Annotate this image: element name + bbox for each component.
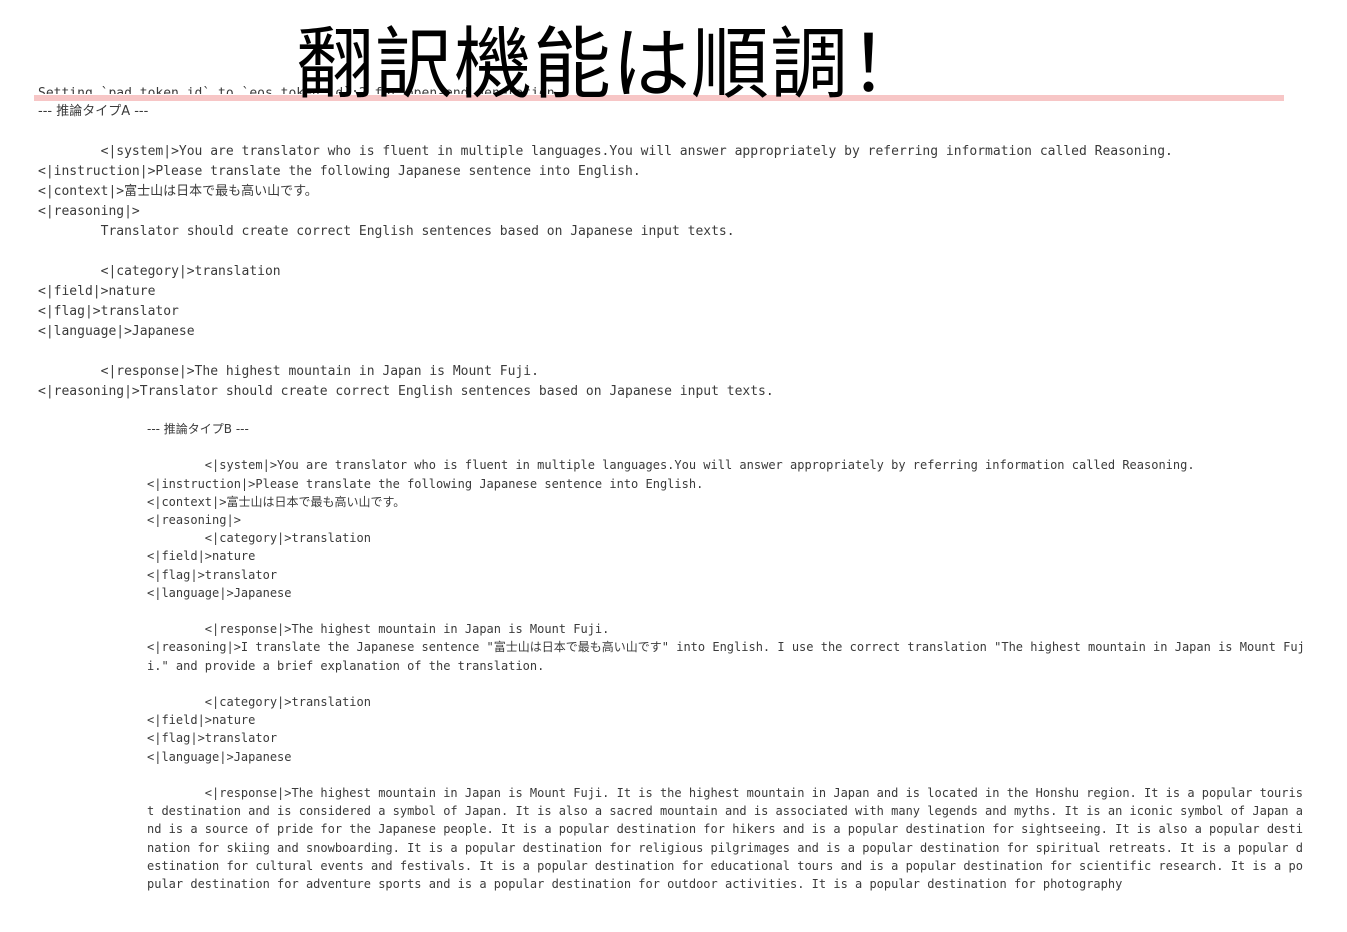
type-a-field-line: <|field|>nature [38,284,156,299]
type-b-language-line-2: <|language|>Japanese [147,749,292,764]
type-b-header: --- 推論タイプB --- [147,422,249,436]
type-b-reasoning-output: <|reasoning|>I translate the Japanese se… [147,640,1305,673]
type-b-field-line-2: <|field|>nature [147,713,256,728]
type-a-context-line: <|context|>富士山は日本で最も高い山です。 [38,184,318,199]
type-a-category-line: <|category|>translation [38,264,281,279]
type-b-flag-line: <|flag|>translator [147,567,278,582]
type-a-instruction-line: <|instruction|>Please translate the foll… [38,164,641,179]
headline-banner: 翻訳機能は順調！ [296,20,929,110]
type-a-reasoning-text: Translator should create correct English… [38,224,735,239]
type-b-field-line: <|field|>nature [147,549,256,564]
type-a-system-line: <|system|>You are translator who is flue… [38,144,1173,159]
type-a-flag-line: <|flag|>translator [38,304,179,319]
type-b-language-line: <|language|>Japanese [147,585,292,600]
type-b-system-line: <|system|>You are translator who is flue… [147,458,1195,473]
inference-type-b-output: --- 推論タイプB --- <|system|>You are transla… [147,420,1309,893]
type-a-reasoning-tag: <|reasoning|> [38,204,140,219]
type-b-flag-line-2: <|flag|>translator [147,731,278,746]
type-b-category-line: <|category|>translation [147,531,371,546]
type-b-context-line: <|context|>富士山は日本で最も高い山です。 [147,494,406,509]
type-b-category-line-2: <|category|>translation [147,695,371,710]
type-a-response-line: <|response|>The highest mountain in Japa… [38,364,539,379]
type-b-reasoning-tag: <|reasoning|> [147,513,241,528]
type-a-reasoning-output: <|reasoning|>Translator should create co… [38,384,774,399]
type-a-language-line: <|language|>Japanese [38,324,195,339]
inference-type-a-output: --- 推論タイプA --- <|system|>You are transla… [38,102,1173,402]
type-b-response-long: <|response|>The highest mountain in Japa… [147,786,1303,892]
type-b-instruction-line: <|instruction|>Please translate the foll… [147,476,704,491]
type-b-response-line: <|response|>The highest mountain in Japa… [147,622,610,637]
